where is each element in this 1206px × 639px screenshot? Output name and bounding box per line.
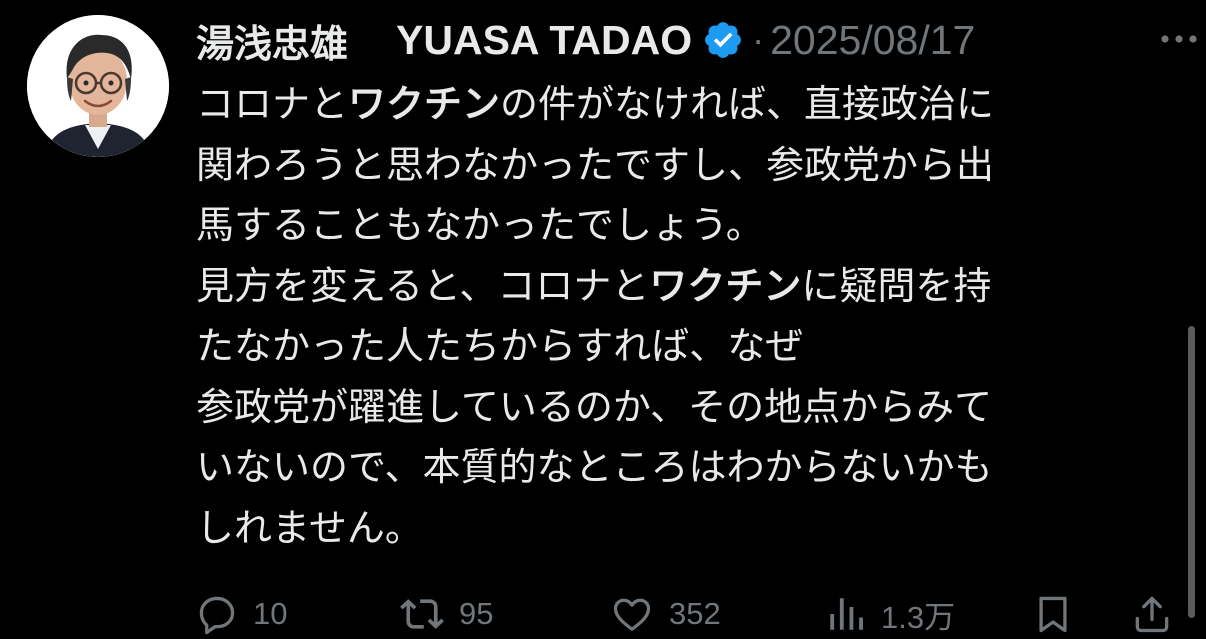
views-count: 1.3万 — [881, 599, 956, 635]
verified-badge-icon[interactable] — [702, 19, 744, 61]
text-segment: に疑問を持 — [801, 263, 992, 308]
post[interactable]: 湯浅忠雄 YUASA TADAO · 2025/08/17 コロナとワクチンの件… — [0, 0, 1206, 639]
action-bar: 10 95 352 1.3万 — [195, 592, 1180, 636]
views-icon — [830, 598, 863, 630]
text-segment: しれません。 — [196, 505, 423, 550]
share-button[interactable] — [1130, 592, 1174, 636]
text-segment: コロナと — [196, 82, 349, 126]
share-icon — [1135, 596, 1169, 633]
post-text-line: 関わろうと思わなかったですし、参政党から出 — [196, 135, 1156, 196]
post-text-line: コロナとワクチンの件がなければ、直接政治に — [196, 74, 1156, 135]
post-text-line: しれません。 — [196, 498, 1156, 559]
post-date[interactable]: 2025/08/17 — [770, 17, 975, 64]
like-count: 352 — [669, 596, 721, 631]
post-header: 湯浅忠雄 YUASA TADAO · 2025/08/17 — [196, 12, 975, 68]
text-segment: 馬することもなかったでしょう。 — [196, 203, 764, 247]
repost-icon — [400, 599, 444, 629]
text-segment: の件がなければ、直接政治に — [500, 82, 995, 126]
post-text-line: 参政党が躍進しているのか、その地点からみて — [196, 377, 1156, 438]
text-segment: 関わろうと思わなかったですし、参政党から出 — [196, 142, 995, 187]
views-button[interactable]: 1.3万 — [825, 592, 955, 636]
avatar-photo — [27, 15, 169, 157]
author-display-name-en[interactable]: YUASA TADAO — [396, 17, 692, 64]
bookmark-button[interactable] — [1031, 592, 1075, 636]
like-button[interactable]: 352 — [609, 592, 721, 636]
reply-icon — [199, 596, 235, 635]
bookmark-icon — [1039, 596, 1067, 633]
post-text: コロナとワクチンの件がなければ、直接政治に 関わろうと思わなかったですし、参政党… — [196, 74, 1156, 558]
separator-dot: · — [752, 19, 765, 60]
author-display-name[interactable]: 湯浅忠雄 — [196, 13, 348, 68]
bold-text-segment: ワクチン — [348, 82, 501, 126]
post-text-line: いないので、本質的なところはわからないかも — [196, 437, 1156, 498]
avatar[interactable] — [27, 15, 169, 157]
like-icon — [613, 598, 651, 631]
text-segment: 参政党が躍進しているのか、その地点からみて — [196, 384, 993, 429]
post-text-line: 見方を変えると、コロナとワクチンに疑問を持 — [196, 256, 1156, 317]
reply-count: 10 — [253, 596, 288, 631]
reply-button[interactable]: 10 — [195, 592, 287, 636]
more-icon[interactable] — [1158, 26, 1200, 52]
text-segment: たなかった人たちからすれば、なぜ — [196, 324, 804, 368]
bold-text-segment: ワクチン — [649, 263, 802, 308]
scrollbar[interactable] — [1188, 326, 1195, 618]
repost-button[interactable]: 95 — [399, 592, 493, 636]
post-text-line: 馬することもなかったでしょう。 — [196, 195, 1156, 256]
text-segment: いないので、本質的なところはわからないかも — [196, 445, 993, 489]
repost-count: 95 — [459, 596, 494, 631]
text-segment: 見方を変えると、コロナと — [196, 263, 650, 308]
post-text-line: たなかった人たちからすれば、なぜ — [196, 316, 1156, 377]
